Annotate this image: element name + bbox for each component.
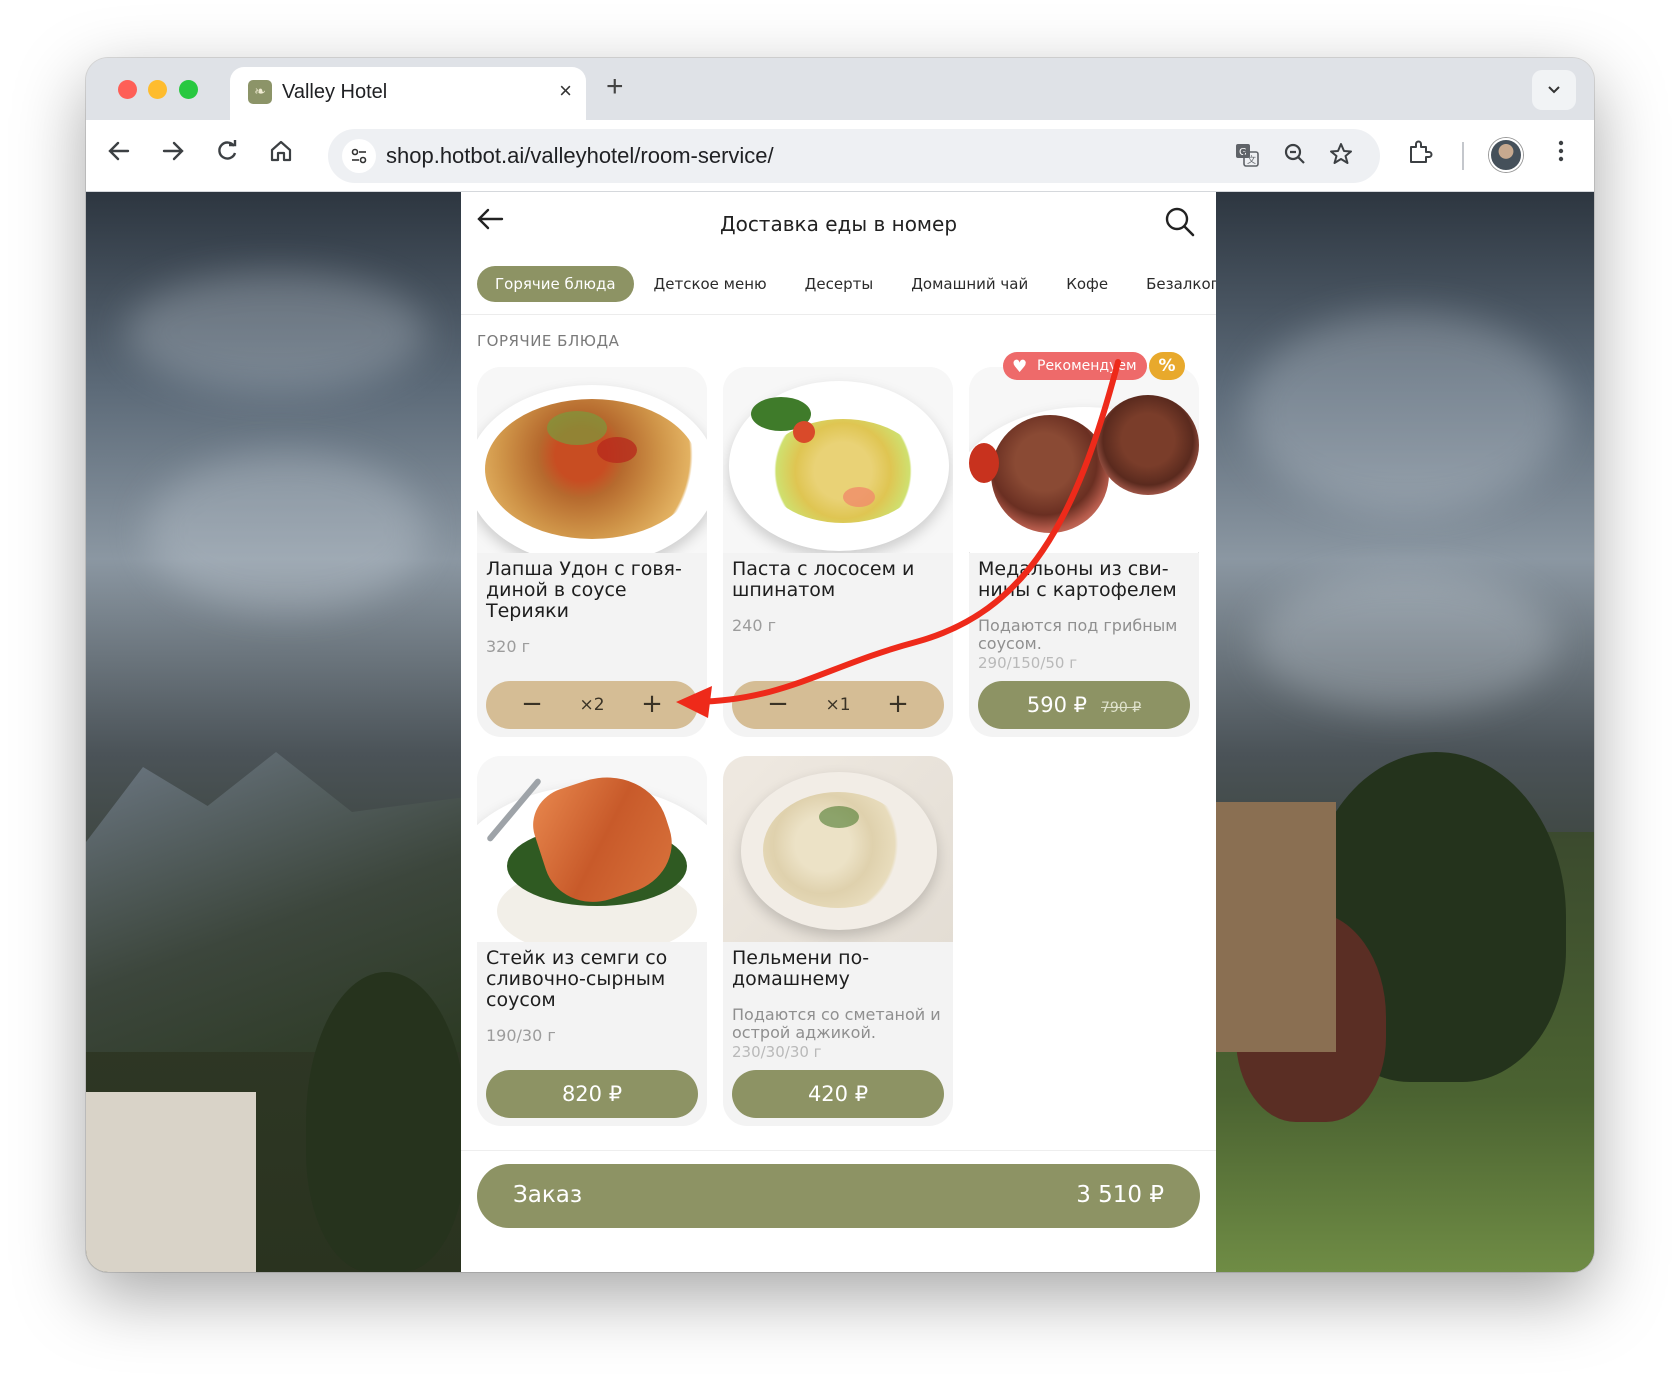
hotel-favicon-icon: ❧ <box>248 80 272 104</box>
close-window-button[interactable] <box>118 80 137 99</box>
background-cloud <box>1256 572 1556 712</box>
background-building <box>1216 802 1336 1052</box>
product-name: Лапша Удон с говя-диной в соусе Терияки <box>486 558 682 622</box>
forward-arrow-icon <box>162 141 184 161</box>
order-total: 3 510 ₽ <box>1076 1182 1164 1208</box>
heart-icon: ♥ <box>1012 357 1028 377</box>
product-name: Медальоны из сви-нины с картофелем <box>978 558 1177 601</box>
app-header: Доставка еды в номер <box>461 192 1216 254</box>
tab-close-button[interactable]: × <box>559 78 572 104</box>
increase-quantity-button[interactable]: + <box>622 681 682 729</box>
product-card[interactable]: Медальоны из сви-нины с картофелем Подаю… <box>969 367 1199 737</box>
product-card[interactable]: Пельмени по-домашнему Подаются со сметан… <box>723 756 953 1126</box>
svg-text:文: 文 <box>1247 154 1256 166</box>
category-tab-desserts[interactable]: Десерты <box>787 266 892 302</box>
product-image <box>477 756 707 942</box>
forward-button[interactable] <box>156 138 190 172</box>
order-button[interactable]: Заказ 3 510 ₽ <box>477 1164 1200 1228</box>
product-card[interactable]: Лапша Удон с говя-диной в соусе Терияки … <box>477 367 707 737</box>
category-tab-coffee[interactable]: Кофе <box>1048 266 1126 302</box>
product-weight: 240 г <box>732 616 777 635</box>
product-image <box>723 756 953 942</box>
extensions-button[interactable] <box>1402 138 1436 174</box>
decrease-quantity-button[interactable]: − <box>502 681 562 729</box>
quantity-stepper: ×1 − + <box>732 681 944 729</box>
category-tab-homemade-tea[interactable]: Домашний чай <box>893 266 1046 302</box>
url-text[interactable]: shop.hotbot.ai/valleyhotel/room-service/ <box>386 143 774 169</box>
background-cloud <box>126 272 426 392</box>
back-arrow-icon <box>108 141 130 161</box>
product-image <box>723 367 953 553</box>
quantity-stepper: ×2 − + <box>486 681 698 729</box>
add-to-cart-price-button[interactable]: 820 ₽ <box>486 1070 698 1118</box>
extensions-icon <box>1410 140 1433 163</box>
search-button[interactable] <box>1164 206 1198 240</box>
product-image <box>477 367 707 553</box>
recommended-badge: ♥ Рекомендуем <box>1003 352 1147 380</box>
product-weight: 290/150/50 г <box>978 654 1078 672</box>
category-tab-hot-dishes[interactable]: Горячие блюда <box>477 266 634 302</box>
background-tree <box>306 972 466 1272</box>
product-card[interactable]: Паста с лососем и шпинатом 240 г ×1 − + <box>723 367 953 737</box>
product-weight: 320 г <box>486 637 531 656</box>
product-weight: 190/30 г <box>486 1026 556 1045</box>
product-weight: 230/30/30 г <box>732 1043 822 1061</box>
home-button[interactable] <box>264 138 298 172</box>
increase-quantity-button[interactable]: + <box>868 681 928 729</box>
background-cloud <box>1246 312 1566 512</box>
browser-menu-button[interactable] <box>1544 138 1578 172</box>
product-image <box>969 367 1199 553</box>
tab-strip: ❧ Valley Hotel × + <box>86 58 1594 120</box>
background-house <box>86 1092 256 1272</box>
product-card[interactable]: Стейк из семги со сливочно-сырным соусом… <box>477 756 707 1126</box>
recommended-label: Рекомендуем <box>1037 358 1137 374</box>
product-name: Пельмени по-домашнему <box>732 947 870 990</box>
room-service-app: Доставка еды в номер Горячие блюда Детско… <box>461 192 1216 1272</box>
background-cloud <box>146 452 426 612</box>
search-icon <box>1165 207 1195 237</box>
browser-window: ❧ Valley Hotel × + shop.hotbot.ai/valley… <box>86 58 1594 1272</box>
back-button[interactable] <box>102 138 136 172</box>
product-name: Паста с лососем и шпинатом <box>732 558 915 601</box>
address-bar[interactable]: shop.hotbot.ai/valleyhotel/room-service/… <box>328 129 1380 183</box>
maximize-window-button[interactable] <box>179 80 198 99</box>
chevron-down-icon <box>1548 86 1560 94</box>
category-tabs: Горячие блюда Детское меню Десерты Домашний… <box>477 266 1216 302</box>
reload-icon <box>218 140 237 160</box>
browser-toolbar: shop.hotbot.ai/valleyhotel/room-service/… <box>86 120 1594 192</box>
home-icon <box>270 140 292 162</box>
add-to-cart-price-button[interactable]: 420 ₽ <box>732 1070 944 1118</box>
product-description: Подаются со сметаной и острой аджикой. <box>732 1005 941 1042</box>
section-title: ГОРЯЧИЕ БЛЮДА <box>477 332 620 350</box>
add-to-cart-price-button[interactable]: 590 ₽ 790 ₽ <box>978 681 1190 729</box>
kebab-menu-icon <box>1558 140 1564 162</box>
new-tab-button[interactable]: + <box>606 70 624 104</box>
page-title: Доставка еды в номер <box>719 212 958 236</box>
profile-avatar[interactable] <box>1489 138 1523 172</box>
old-price: 790 ₽ <box>1101 700 1142 716</box>
product-name: Стейк из семги со сливочно-сырным соусом <box>486 947 668 1011</box>
discount-badge: % <box>1149 352 1185 380</box>
toolbar-separator <box>1462 142 1464 170</box>
browser-tab-active[interactable]: ❧ Valley Hotel × <box>230 67 586 120</box>
product-description: Подаются под грибным соусом. <box>978 616 1178 653</box>
category-tab-soft-drinks[interactable]: Безалкогольные <box>1128 266 1216 302</box>
translate-icon[interactable]: G文 <box>1232 141 1262 175</box>
divider <box>461 314 1216 315</box>
decrease-quantity-button[interactable]: − <box>748 681 808 729</box>
tab-title: Valley Hotel <box>282 81 388 103</box>
site-settings-icon[interactable] <box>342 139 376 173</box>
zoom-icon[interactable] <box>1280 141 1310 173</box>
reload-button[interactable] <box>210 138 244 172</box>
price: 590 ₽ <box>1026 693 1088 717</box>
minimize-window-button[interactable] <box>148 80 167 99</box>
order-label: Заказ <box>513 1182 583 1208</box>
category-tab-kids-menu[interactable]: Детское меню <box>636 266 785 302</box>
tab-search-button[interactable] <box>1532 70 1576 110</box>
bookmark-star-icon[interactable] <box>1326 141 1356 173</box>
page-viewport: Доставка еды в номер Горячие блюда Детско… <box>86 192 1594 1272</box>
